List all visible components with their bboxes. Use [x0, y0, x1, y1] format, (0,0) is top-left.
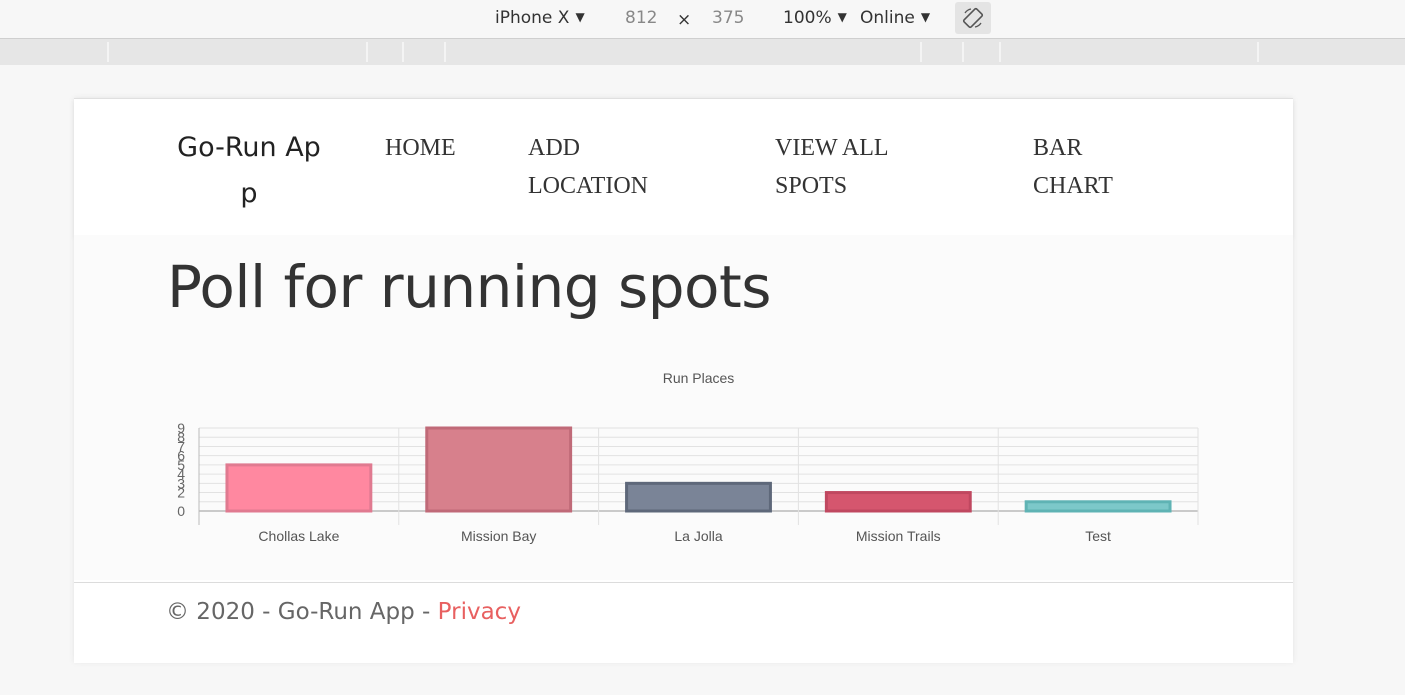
- device-toolbar: iPhone X ▼ 812 × 375 100% ▼ Online ▼: [0, 0, 1405, 39]
- media-query-ruler[interactable]: [0, 39, 1405, 65]
- nav-link-bar-chart[interactable]: BAR CHART: [1033, 129, 1133, 205]
- device-viewport: Go-Run App HOME ADD LOCATION VIEW ALL SP…: [74, 98, 1293, 663]
- rotate-icon: [962, 7, 984, 29]
- bar-mission-bay: [425, 426, 573, 513]
- rotate-button[interactable]: [955, 2, 991, 34]
- chart-title: Run Places: [663, 370, 735, 386]
- bar-la-jolla: [625, 481, 772, 513]
- navbar: Go-Run App HOME ADD LOCATION VIEW ALL SP…: [74, 98, 1293, 236]
- bar-chart: Run Places023456789Chollas Lake Mission B…: [177, 370, 1199, 544]
- x-tick-label: Mission Bay: [461, 528, 536, 544]
- network-select[interactable]: Online ▼: [860, 8, 930, 28]
- width-input[interactable]: 812: [625, 8, 657, 28]
- copyright-text: © 2020 - Go-Run App -: [166, 599, 438, 625]
- device-select[interactable]: iPhone X ▼: [495, 8, 585, 28]
- y-tick-label: 9: [177, 420, 185, 436]
- zoom-select-label: 100%: [783, 8, 832, 28]
- times-separator: ×: [677, 10, 692, 30]
- footer-text: © 2020 - Go-Run App - Privacy: [166, 599, 521, 625]
- privacy-link[interactable]: Privacy: [438, 599, 521, 625]
- height-input[interactable]: 375: [712, 8, 744, 28]
- y-tick-label: 0: [177, 503, 185, 519]
- main-content: Poll for running spots Run Places 0 2 3 4 5 6 7…: [74, 235, 1293, 580]
- footer: © 2020 - Go-Run App - Privacy: [74, 582, 1293, 663]
- x-tick-label: La Jolla: [674, 528, 722, 544]
- nav-link-view-all-spots[interactable]: VIEW ALL SPOTS: [775, 129, 905, 205]
- chevron-down-icon: ▼: [837, 10, 847, 24]
- zoom-select[interactable]: 100% ▼: [783, 8, 847, 28]
- chevron-down-icon: ▼: [575, 10, 585, 24]
- bar-mission-trails: [824, 491, 972, 513]
- device-select-label: iPhone X: [495, 8, 570, 28]
- bar-test: [1024, 500, 1172, 513]
- bar-chollas-lake: [225, 463, 373, 513]
- x-tick-label: Test: [1085, 528, 1111, 544]
- nav-link-add-location[interactable]: ADD LOCATION: [528, 129, 668, 205]
- brand-logo[interactable]: Go-Run App: [174, 125, 324, 217]
- x-tick-label: Chollas Lake: [258, 528, 339, 544]
- nav-link-home[interactable]: HOME: [385, 129, 456, 167]
- x-tick-label: Mission Trails: [856, 528, 941, 544]
- chevron-down-icon: ▼: [920, 10, 931, 24]
- network-select-label: Online: [860, 8, 915, 28]
